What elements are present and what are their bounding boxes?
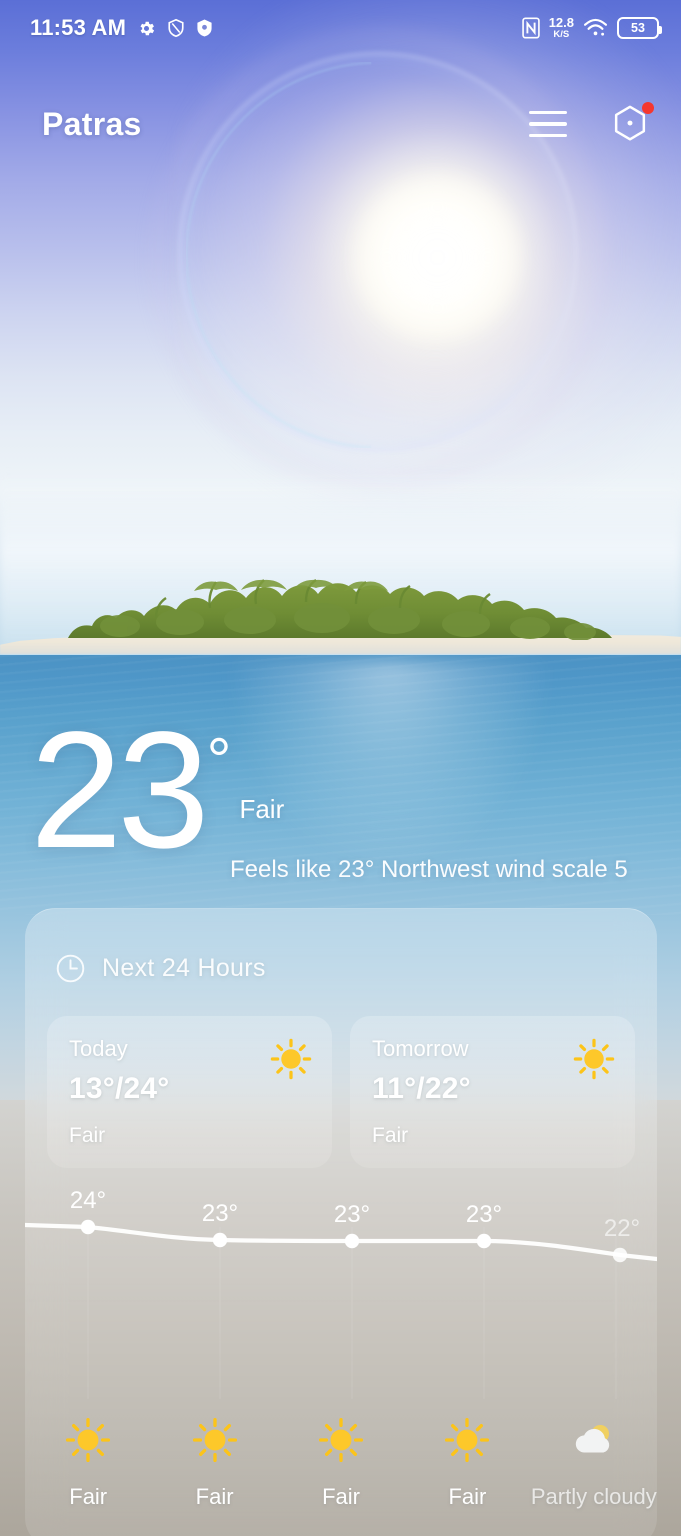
next-24-hours-header: Next 24 Hours	[25, 909, 657, 984]
hourly-condition-label: Fair	[69, 1484, 108, 1509]
current-weather: 23 ° Fair Feels like 23° Northwest wind …	[30, 698, 628, 883]
hourly-condition-label: Fair	[195, 1484, 234, 1509]
partly-cloudy-icon	[571, 1417, 617, 1468]
chart-line	[25, 1222, 657, 1262]
battery-percent: 53	[631, 21, 645, 35]
sun-icon	[318, 1417, 364, 1468]
hamburger-menu-icon[interactable]	[529, 111, 567, 137]
sun-icon	[573, 1038, 615, 1085]
hexagon-settings-icon[interactable]	[609, 102, 654, 145]
chart-point-label: 23°	[466, 1201, 502, 1228]
day-summary-cards: Today 13°/24° Fair Tomorrow 11°/22° Fair	[25, 984, 657, 1168]
hourly-condition-label: Partly cloudy	[530, 1484, 657, 1509]
chart-point-label: 22°	[604, 1215, 640, 1242]
current-condition-wrap: Fair	[239, 794, 284, 825]
current-temperature: 23	[30, 698, 210, 883]
sun-icon	[270, 1038, 312, 1085]
chart-gridlines	[87, 1227, 617, 1399]
day-condition: Fair	[372, 1124, 409, 1147]
status-time: 11:53 AM	[30, 15, 127, 40]
settings-gear-icon	[137, 19, 156, 38]
clock-icon	[55, 953, 86, 984]
current-temp-row: 23 ° Fair	[30, 698, 284, 883]
next-24-hours-card[interactable]: Next 24 Hours Today 13°/24° Fair Tomorro…	[25, 908, 657, 1536]
hamburger-line	[529, 111, 567, 115]
status-bar-left: 11:53 AM	[30, 15, 213, 41]
battery-indicator: 53	[617, 17, 662, 39]
next-24-hours-title: Next 24 Hours	[102, 954, 266, 982]
app-header: Patras	[0, 88, 681, 160]
current-condition: Fair	[239, 794, 285, 824]
network-speed-unit: K/S	[553, 29, 570, 41]
hamburger-line	[529, 133, 567, 137]
hourly-item[interactable]: Fair	[404, 1417, 530, 1509]
sun-core	[355, 175, 520, 340]
sun-icon	[192, 1417, 238, 1468]
day-condition: Fair	[69, 1124, 106, 1147]
app-header-actions	[529, 102, 654, 145]
weather-app-screen: 11:53 AM 12.8 K/S 53 Patras 23 ° Fair Fe…	[0, 0, 681, 1536]
hourly-conditions-row: Fair Fair Fair Fair Partly cloudy	[25, 1417, 657, 1509]
current-degree-symbol: °	[206, 726, 232, 795]
day-card-today[interactable]: Today 13°/24° Fair	[47, 1016, 332, 1168]
tropical-island	[0, 560, 681, 670]
chart-point-label: 23°	[202, 1200, 238, 1227]
hourly-item[interactable]: Fair	[278, 1417, 404, 1509]
current-details: Feels like 23° Northwest wind scale 5	[230, 856, 628, 883]
chart-point-label: 24°	[70, 1187, 106, 1214]
status-bar-right: 12.8 K/S 53	[521, 16, 662, 40]
hourly-item[interactable]: Fair	[151, 1417, 277, 1509]
notification-dot	[642, 102, 654, 114]
nfc-icon	[521, 17, 540, 39]
hourly-item[interactable]: Fair	[25, 1417, 151, 1509]
hourly-item[interactable]: Partly cloudy	[531, 1417, 657, 1509]
island-palm-canopy	[60, 578, 620, 640]
status-bar: 11:53 AM 12.8 K/S 53	[0, 0, 681, 56]
hamburger-line	[529, 122, 567, 126]
day-card-tomorrow[interactable]: Tomorrow 11°/22° Fair	[350, 1016, 635, 1168]
network-speed-indicator: 12.8 K/S	[549, 16, 574, 40]
chart-point-label: 23°	[334, 1201, 370, 1228]
wifi-icon	[583, 18, 608, 38]
network-speed-value: 12.8	[548, 15, 574, 31]
page-title: Patras	[42, 105, 142, 142]
hourly-condition-label: Fair	[448, 1484, 487, 1509]
sun-icon	[444, 1417, 490, 1468]
hourly-temperature-chart[interactable]: 24° 23° 23° 23° 22°	[25, 1183, 657, 1433]
hourly-condition-label: Fair	[322, 1484, 360, 1509]
security-scan-icon	[196, 18, 213, 38]
shield-icon	[167, 18, 185, 38]
sun-icon	[65, 1417, 111, 1468]
